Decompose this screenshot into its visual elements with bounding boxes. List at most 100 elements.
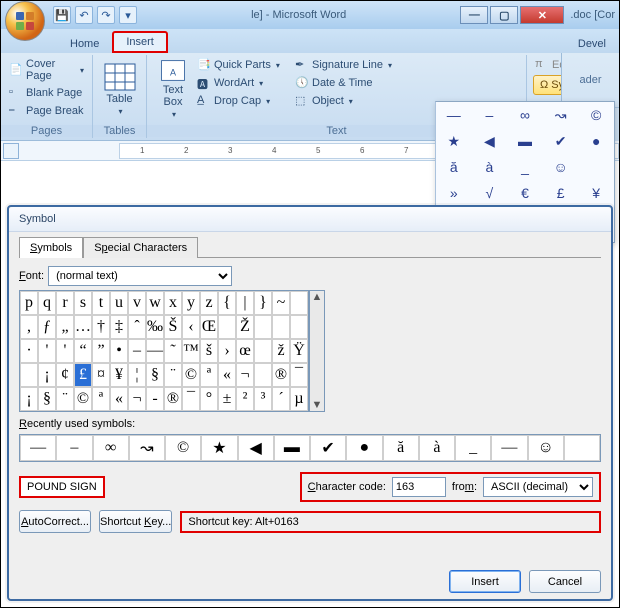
symbol-cell[interactable]: - [146, 387, 164, 411]
recent-symbol-cell[interactable]: ∞ [93, 435, 129, 461]
recent-symbol-cell[interactable]: © [165, 435, 201, 461]
symbol-quick-cell[interactable]: ✔ [543, 128, 579, 154]
symbol-cell[interactable]: ¦ [128, 363, 146, 387]
symbol-cell[interactable] [20, 363, 38, 387]
symbol-cell[interactable]: ˜ [164, 339, 182, 363]
scrollbar[interactable]: ▲▼ [309, 290, 325, 412]
symbol-cell[interactable]: Œ [200, 315, 218, 339]
symbol-cell[interactable]: ³ [254, 387, 272, 411]
symbol-quick-cell[interactable]: ¥ [578, 180, 614, 206]
symbol-cell[interactable]: ª [92, 387, 110, 411]
quick-parts-button[interactable]: 📑Quick Parts▾ [195, 57, 291, 73]
symbol-cell[interactable]: ¯ [182, 387, 200, 411]
symbol-cell[interactable] [254, 339, 272, 363]
maximize-button[interactable]: ▢ [490, 6, 518, 24]
symbol-cell[interactable]: ' [38, 339, 56, 363]
symbol-cell[interactable]: ¯ [290, 363, 308, 387]
symbol-cell[interactable]: w [146, 291, 164, 315]
symbol-cell[interactable]: r [56, 291, 74, 315]
recent-symbol-cell[interactable]: ✔ [310, 435, 346, 461]
symbol-cell[interactable]: ¡ [20, 387, 38, 411]
recent-symbol-cell[interactable]: – [56, 435, 92, 461]
symbol-cell[interactable]: ž [272, 339, 290, 363]
recent-symbol-cell[interactable]: ☺ [528, 435, 564, 461]
symbol-cell[interactable]: s [74, 291, 92, 315]
symbol-quick-cell[interactable]: ↝ [543, 102, 579, 128]
symbol-cell[interactable]: , [20, 315, 38, 339]
minimize-button[interactable]: — [460, 6, 488, 24]
symbol-cell[interactable]: † [92, 315, 110, 339]
symbol-cell[interactable]: ¡ [38, 363, 56, 387]
char-code-input[interactable] [392, 477, 446, 497]
symbol-quick-cell[interactable]: € [507, 180, 543, 206]
symbol-cell[interactable]: ® [272, 363, 290, 387]
symbol-cell[interactable]: – [128, 339, 146, 363]
symbol-quick-cell[interactable]: ă [436, 154, 472, 180]
object-button[interactable]: ⬚Object▾ [293, 93, 405, 109]
qat-dropdown-icon[interactable]: ▾ [119, 6, 137, 24]
symbol-quick-cell[interactable]: £ [543, 180, 579, 206]
recent-symbol-cell[interactable]: ● [346, 435, 382, 461]
page-break-button[interactable]: ⎯Page Break [7, 103, 86, 119]
symbol-cell[interactable]: u [110, 291, 128, 315]
symbol-quick-cell[interactable]: » [436, 180, 472, 206]
symbol-quick-cell[interactable]: _ [507, 154, 543, 180]
recent-symbol-cell[interactable]: ↝ [129, 435, 165, 461]
autocorrect-button[interactable]: AutoCorrect... [19, 510, 91, 533]
symbol-cell[interactable]: Ž [236, 315, 254, 339]
symbol-cell[interactable]: ­ [254, 363, 272, 387]
recent-symbol-cell[interactable]: ă [383, 435, 419, 461]
symbol-cell[interactable]: © [74, 387, 92, 411]
symbol-quick-cell[interactable]: √ [472, 180, 508, 206]
symbol-cell[interactable]: µ [290, 387, 308, 411]
symbol-cell[interactable]: y [182, 291, 200, 315]
tab-insert[interactable]: Insert [112, 31, 168, 53]
from-select[interactable]: ASCII (decimal) [483, 477, 593, 497]
symbol-cell[interactable]: « [218, 363, 236, 387]
symbol-cell[interactable]: š [200, 339, 218, 363]
recent-symbol-cell[interactable]: à [419, 435, 455, 461]
recent-symbol-cell[interactable]: ▬ [274, 435, 310, 461]
symbol-cell[interactable]: — [146, 339, 164, 363]
symbol-quick-cell[interactable]: ● [578, 128, 614, 154]
shortcut-key-button[interactable]: Shortcut Key... [99, 510, 172, 533]
recent-symbol-cell[interactable]: — [20, 435, 56, 461]
symbol-quick-cell[interactable]: — [436, 102, 472, 128]
office-button[interactable] [5, 1, 45, 41]
symbol-cell[interactable]: « [110, 387, 128, 411]
symbol-cell[interactable]: ª [200, 363, 218, 387]
symbol-cell[interactable] [290, 315, 308, 339]
symbol-quick-cell[interactable]: ★ [436, 128, 472, 154]
symbol-cell[interactable]: ‰ [146, 315, 164, 339]
tab-special-characters[interactable]: Special Characters [83, 237, 198, 258]
tab-selector[interactable] [3, 143, 19, 159]
symbol-cell[interactable]: ¨ [56, 387, 74, 411]
undo-icon[interactable]: ↶ [75, 6, 93, 24]
symbol-cell[interactable]: © [182, 363, 200, 387]
recent-symbol-cell[interactable]: _ [455, 435, 491, 461]
symbol-cell[interactable]: ¤ [92, 363, 110, 387]
symbol-cell[interactable]: ¢ [56, 363, 74, 387]
symbol-cell[interactable]: ™ [182, 339, 200, 363]
symbol-cell[interactable]: ƒ [38, 315, 56, 339]
recent-symbol-cell[interactable] [564, 435, 600, 461]
symbol-cell[interactable]: · [20, 339, 38, 363]
save-icon[interactable]: 💾 [53, 6, 71, 24]
symbol-cell[interactable]: Š [164, 315, 182, 339]
symbol-quick-cell[interactable]: ∞ [507, 102, 543, 128]
symbol-cell[interactable]: ” [92, 339, 110, 363]
symbol-cell[interactable] [254, 315, 272, 339]
close-button[interactable]: ✕ [520, 6, 564, 24]
blank-page-button[interactable]: ▫Blank Page [7, 85, 86, 101]
date-time-button[interactable]: 🕔Date & Time [293, 75, 405, 91]
symbol-cell[interactable]: t [92, 291, 110, 315]
recent-symbol-cell[interactable]: — [491, 435, 527, 461]
symbol-quick-cell[interactable]: ☺ [543, 154, 579, 180]
symbol-cell[interactable] [218, 315, 236, 339]
table-button[interactable]: Table▾ [99, 57, 140, 121]
symbol-cell[interactable]: v [128, 291, 146, 315]
symbol-cell[interactable]: ± [218, 387, 236, 411]
symbol-cell[interactable]: › [218, 339, 236, 363]
symbol-cell[interactable]: ° [200, 387, 218, 411]
symbol-cell[interactable]: Ÿ [290, 339, 308, 363]
